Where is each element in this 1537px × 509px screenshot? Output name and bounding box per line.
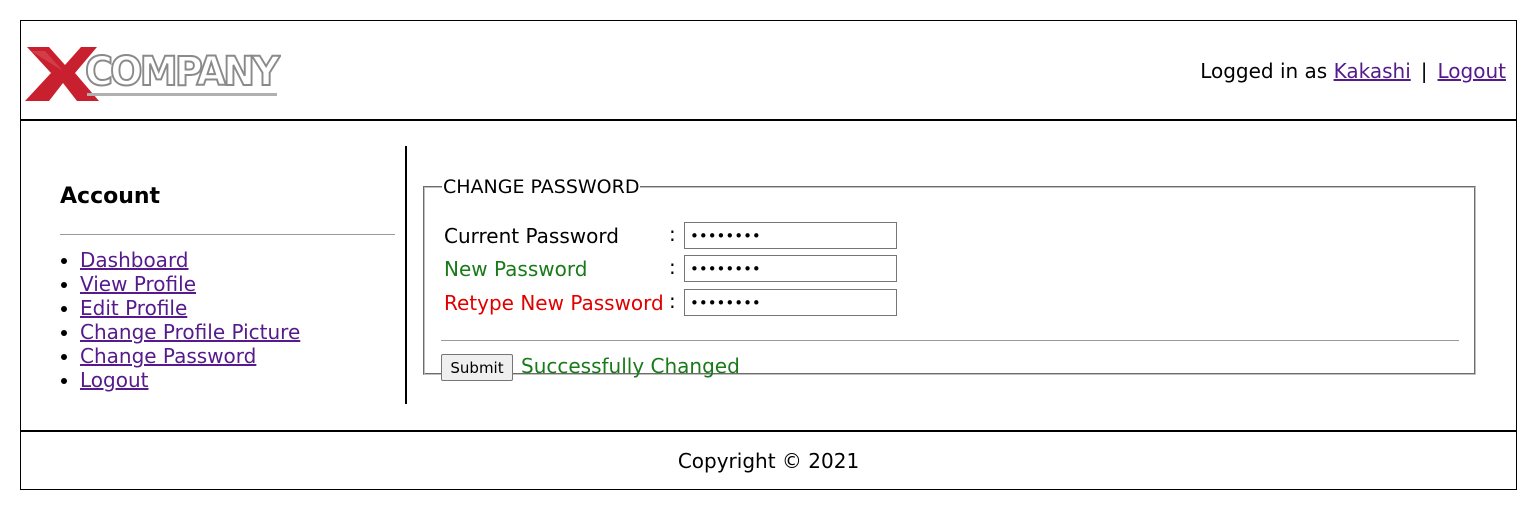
main-content: CHANGE PASSWORD Current Password : New P… <box>423 176 1476 381</box>
current-password-input[interactable] <box>684 222 897 249</box>
retype-password-colon: : <box>669 289 676 313</box>
logged-in-prefix: Logged in as <box>1200 59 1328 83</box>
retype-password-input[interactable] <box>684 289 897 316</box>
current-password-colon: : <box>669 222 676 246</box>
logo-tagline <box>87 93 277 96</box>
sidebar-item-dashboard: Dashboard <box>80 248 300 272</box>
new-password-colon: : <box>669 255 676 279</box>
footer: Copyright © 2021 <box>21 430 1516 490</box>
retype-password-label: Retype New Password <box>444 291 664 315</box>
sidebar-item-view-profile: View Profile <box>80 272 300 296</box>
user-bar: Logged in as Kakashi | Logout <box>1200 59 1506 83</box>
fieldset-legend: CHANGE PASSWORD <box>443 176 640 198</box>
sidebar-link-change-password[interactable]: Change Password <box>80 344 256 368</box>
sidebar: Account Dashboard View Profile Edit Prof… <box>21 146 407 404</box>
sidebar-link-dashboard[interactable]: Dashboard <box>80 248 189 272</box>
form-divider <box>441 340 1459 341</box>
new-password-input[interactable] <box>684 255 897 282</box>
sidebar-link-logout[interactable]: Logout <box>80 368 148 392</box>
sidebar-link-view-profile[interactable]: View Profile <box>80 272 196 296</box>
new-password-label: New Password <box>444 257 588 281</box>
page-frame: COMPANY Logged in as Kakashi | Logout Acco… <box>20 20 1517 490</box>
sidebar-item-change-profile-picture: Change Profile Picture <box>80 320 300 344</box>
company-logo: COMPANY <box>25 47 281 101</box>
sidebar-link-change-profile-picture[interactable]: Change Profile Picture <box>80 320 300 344</box>
header-logout-link[interactable]: Logout <box>1438 59 1506 83</box>
sidebar-item-edit-profile: Edit Profile <box>80 296 300 320</box>
header-separator: | <box>1420 59 1428 83</box>
sidebar-link-edit-profile[interactable]: Edit Profile <box>80 296 187 320</box>
submit-button[interactable]: Submit <box>441 354 513 381</box>
header: COMPANY Logged in as Kakashi | Logout <box>21 21 1516 121</box>
sidebar-divider <box>60 234 395 235</box>
logo-wordmark: COMPANY <box>85 49 281 95</box>
change-password-fieldset: CHANGE PASSWORD Current Password : New P… <box>423 176 1476 381</box>
sidebar-title: Account <box>60 184 161 209</box>
current-password-label: Current Password <box>444 224 619 248</box>
username-link[interactable]: Kakashi <box>1334 59 1411 83</box>
sidebar-item-change-password: Change Password <box>80 344 300 368</box>
sidebar-menu: Dashboard View Profile Edit Profile Chan… <box>60 248 300 392</box>
status-message: Successfully Changed <box>521 354 740 378</box>
copyright-text: Copyright © 2021 <box>677 449 860 473</box>
sidebar-item-logout: Logout <box>80 368 300 392</box>
